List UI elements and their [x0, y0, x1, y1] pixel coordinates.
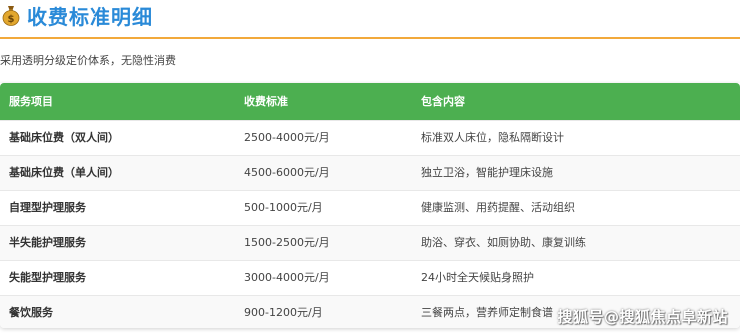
pricing-table: 服务项目 收费标准 包含内容 基础床位费（双人间） 2500-4000元/月 标… [0, 83, 740, 328]
service-name: 自理型护理服务 [9, 201, 86, 214]
service-price: 2500-4000元/月 [244, 131, 330, 144]
source-watermark: 搜狐号@搜狐焦点阜新站 [557, 308, 728, 326]
service-price: 3000-4000元/月 [244, 271, 330, 284]
table-row: 半失能护理服务 1500-2500元/月 助浴、穿衣、如厕协助、康复训练 [0, 225, 740, 260]
column-header-service: 服务项目 [9, 95, 53, 108]
svg-text:$: $ [8, 14, 15, 25]
service-name: 基础床位费（双人间） [9, 131, 119, 144]
pricing-description: 采用透明分级定价体系，无隐性消费 [0, 54, 176, 67]
service-contents: 健康监测、用药提醒、活动组织 [421, 201, 575, 214]
table-header: 服务项目 收费标准 包含内容 [0, 83, 740, 120]
table-row: 基础床位费（双人间） 2500-4000元/月 标准双人床位，隐私隔断设计 [0, 120, 740, 155]
table-row: 自理型护理服务 500-1000元/月 健康监测、用药提醒、活动组织 [0, 190, 740, 225]
service-price: 4500-6000元/月 [244, 166, 330, 179]
service-contents: 标准双人床位，隐私隔断设计 [421, 131, 564, 144]
column-header-price: 收费标准 [244, 95, 288, 108]
service-name: 餐饮服务 [9, 306, 53, 319]
column-header-contents: 包含内容 [421, 95, 465, 108]
service-name: 半失能护理服务 [9, 236, 86, 249]
service-name: 失能型护理服务 [9, 271, 86, 284]
service-price: 500-1000元/月 [244, 201, 323, 214]
service-contents: 24小时全天候贴身照护 [421, 271, 534, 284]
service-name: 基础床位费（单人间） [9, 166, 119, 179]
money-bag-icon: $ [2, 6, 20, 26]
service-contents: 三餐两点，营养师定制食谱 [421, 306, 553, 319]
table-row: 失能型护理服务 3000-4000元/月 24小时全天候贴身照护 [0, 260, 740, 295]
table-row: 基础床位费（单人间） 4500-6000元/月 独立卫浴，智能护理床设施 [0, 155, 740, 190]
page-title: 收费标准明细 [27, 5, 153, 29]
service-contents: 独立卫浴，智能护理床设施 [421, 166, 553, 179]
service-price: 1500-2500元/月 [244, 236, 330, 249]
service-price: 900-1200元/月 [244, 306, 323, 319]
service-contents: 助浴、穿衣、如厕协助、康复训练 [421, 236, 586, 249]
page-header: $ 收费标准明细 [0, 0, 740, 39]
